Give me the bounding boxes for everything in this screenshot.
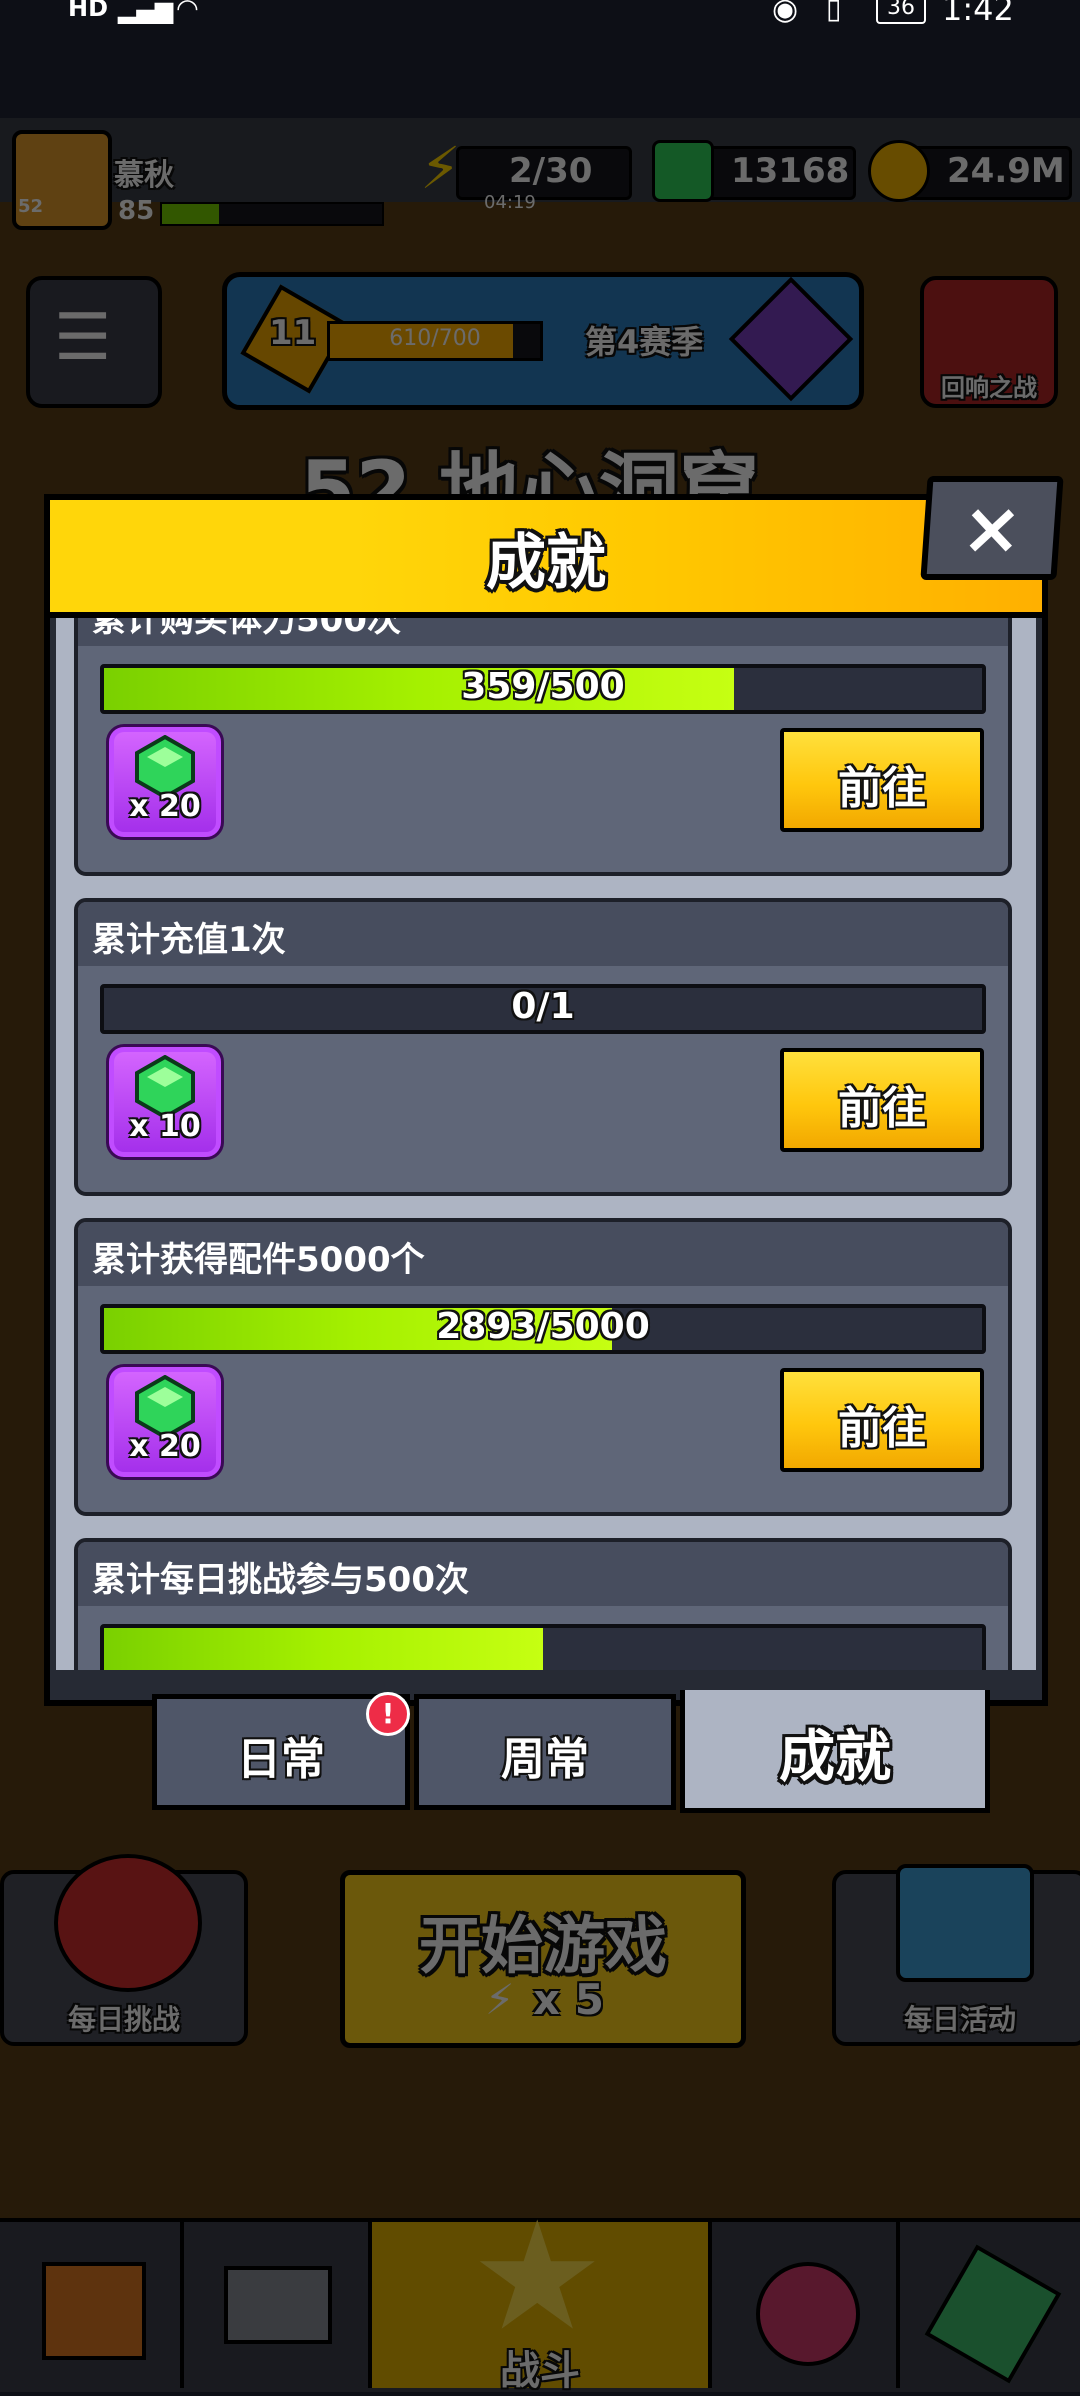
card-header: 累计充值1次 <box>78 902 1008 966</box>
achievement-progress-bar: 2893/5000 <box>100 1304 986 1354</box>
energy-box[interactable]: 2/30 <box>456 146 632 200</box>
star-swords-icon: ★ <box>470 2190 605 2364</box>
daily-challenge-label: 每日挑战 <box>67 2003 180 2036</box>
achievement-title: 累计每日挑战参与500次 <box>92 1560 469 1600</box>
player-name: 慕秋 <box>114 158 174 193</box>
achievement-progress-bar: 0/1 <box>100 984 986 1034</box>
reward-count: x 20 <box>129 1429 201 1464</box>
achievement-title: 累计购买体力500次 <box>92 618 401 640</box>
hd-indicator: HD <box>68 0 109 22</box>
tab-achievements-label: 成就 <box>779 1725 891 1790</box>
daily-event-label: 每日活动 <box>903 2003 1016 2036</box>
daily-event-button[interactable]: 每日活动 <box>832 1864 1080 2046</box>
boxing-glove-icon <box>54 1854 202 1992</box>
boss-battle-button[interactable]: 回响之战 <box>920 276 1058 408</box>
season-level: 11 <box>269 313 317 353</box>
progress-text: 359/500 <box>461 666 625 707</box>
avatar[interactable]: 52 <box>12 130 112 230</box>
energy-cost: x 5 <box>533 1975 604 2024</box>
tab-weekly-label: 周常 <box>501 1734 589 1785</box>
energy-value: 2/30 <box>509 151 593 191</box>
season-rank-icon <box>728 276 854 402</box>
card-header: 累计购买体力500次 <box>78 618 1008 646</box>
start-game-button[interactable]: 开始游戏 ⚡ x 5 <box>340 1870 746 2048</box>
daily-challenge-button[interactable]: 每日挑战 <box>0 1854 248 2046</box>
achievement-modal: 成就 累计购买体力500次 359/500 x 20 前往 累计充值1次 0/1… <box>44 494 1048 1706</box>
clock: 1:42 <box>942 0 1014 28</box>
go-button-label: 前往 <box>838 1083 926 1134</box>
nav-battle[interactable]: ★ 战斗 <box>372 2202 712 2394</box>
notification-badge: ! <box>366 1692 410 1736</box>
go-button[interactable]: 前往 <box>780 728 984 832</box>
achievement-card: 累计购买体力500次 359/500 x 20 前往 <box>74 618 1012 876</box>
card-header: 累计获得配件5000个 <box>78 1222 1008 1286</box>
progress-text: 2893/5000 <box>436 1306 650 1347</box>
achievement-card: 累计获得配件5000个 2893/5000 x 20 前往 <box>74 1218 1012 1516</box>
reward-count: x 10 <box>129 1109 201 1144</box>
close-button[interactable]: × <box>920 476 1064 580</box>
gem-plus-icon <box>652 140 714 202</box>
nav-gene[interactable] <box>900 2222 1080 2388</box>
season-progress-text: 610/700 <box>389 326 481 351</box>
coins-value: 24.9M <box>947 151 1065 191</box>
card-header: 累计每日挑战参与500次 <box>78 1542 1008 1606</box>
tab-daily-label: 日常 <box>237 1734 325 1785</box>
achievement-card: 累计充值1次 0/1 x 10 前往 <box>74 898 1012 1196</box>
gem-reward[interactable]: x 10 <box>106 1044 224 1160</box>
energy-icon: ⚡ <box>420 134 461 202</box>
achievement-progress-bar <box>100 1624 986 1670</box>
nav-equipment[interactable] <box>184 2222 372 2388</box>
wifi-icon: ◠ <box>176 0 199 24</box>
status-bar: HD ▂▄▆ ◠ ◉ ▯ 36 1:42 <box>0 0 1080 40</box>
exp-fill <box>162 204 220 224</box>
modal-header: 成就 <box>50 500 1042 618</box>
nav-talent[interactable] <box>712 2222 900 2388</box>
tab-achievements[interactable]: 成就 <box>680 1690 990 1813</box>
start-game-label: 开始游戏 <box>418 1909 667 1982</box>
progress-fill <box>104 1628 543 1670</box>
progress-text: 0/1 <box>511 986 575 1027</box>
list-icon: ☰ <box>54 301 112 375</box>
season-name: 第4赛季 <box>585 323 704 361</box>
energy-cost-icon: ⚡ <box>485 1975 515 2024</box>
achievement-card: 累计每日挑战参与500次 <box>74 1538 1012 1670</box>
nav-battle-label: 战斗 <box>500 2348 580 2394</box>
boss-battle-label: 回响之战 <box>941 374 1037 402</box>
gem-reward[interactable]: x 20 <box>106 1364 224 1480</box>
dna-icon <box>924 2244 1062 2384</box>
avatar-badge: 52 <box>18 196 44 217</box>
coin-plus-icon <box>868 140 930 202</box>
tab-weekly[interactable]: 周常 <box>414 1694 676 1810</box>
go-button-label: 前往 <box>838 763 926 814</box>
battery-indicator: 36 <box>876 0 926 24</box>
menu-button[interactable]: ☰ <box>26 276 162 408</box>
star-ball-icon <box>756 2262 860 2366</box>
season-progress-bar: 610/700 <box>327 321 543 361</box>
gems-box[interactable]: 13168 <box>690 146 856 200</box>
map-icon <box>896 1864 1034 1982</box>
player-level: 85 <box>118 196 155 226</box>
gems-value: 13168 <box>731 151 850 191</box>
season-panel[interactable]: 11 610/700 第4赛季 <box>222 272 864 410</box>
go-button-label: 前往 <box>838 1403 926 1454</box>
vibrate-icon: ▯ <box>826 0 842 25</box>
achievement-title: 累计获得配件5000个 <box>92 1240 425 1280</box>
gun-icon <box>224 2266 332 2344</box>
eye-icon: ◉ <box>772 0 799 27</box>
shop-icon <box>42 2262 146 2360</box>
close-icon: × <box>958 486 1026 570</box>
exp-bar <box>160 202 384 226</box>
achievement-title: 累计充值1次 <box>92 920 286 960</box>
signal-icon: ▂▄▆ <box>118 0 174 24</box>
gem-reward[interactable]: x 20 <box>106 724 224 840</box>
coins-box[interactable]: 24.9M <box>906 146 1072 200</box>
go-button[interactable]: 前往 <box>780 1048 984 1152</box>
achievement-progress-bar: 359/500 <box>100 664 986 714</box>
go-button[interactable]: 前往 <box>780 1368 984 1472</box>
nav-shop[interactable] <box>0 2222 184 2388</box>
reward-count: x 20 <box>129 789 201 824</box>
achievement-list[interactable]: 累计购买体力500次 359/500 x 20 前往 累计充值1次 0/1 x … <box>56 618 1036 1670</box>
modal-title: 成就 <box>486 528 606 598</box>
energy-timer: 04:19 <box>484 192 536 213</box>
